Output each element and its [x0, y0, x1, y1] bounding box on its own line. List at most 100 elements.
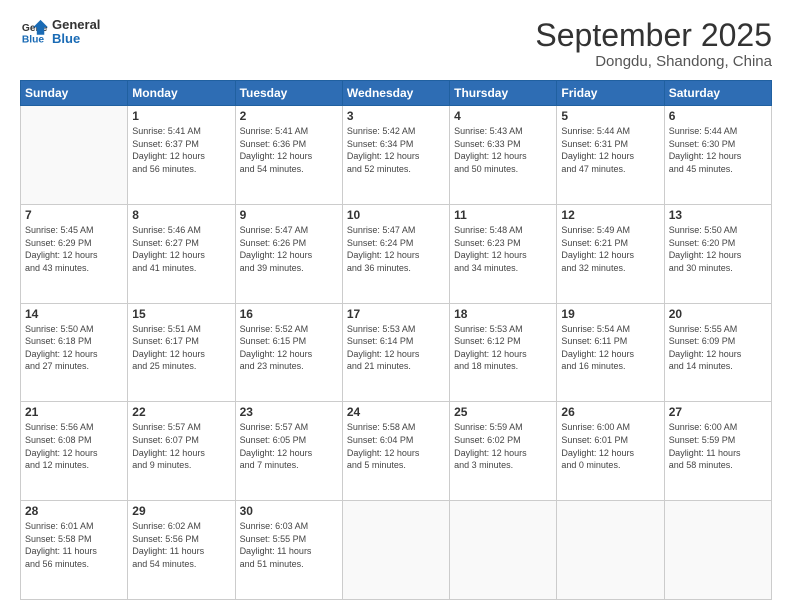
weekday-header: Monday — [128, 81, 235, 106]
weekday-header: Saturday — [664, 81, 771, 106]
day-number: 6 — [669, 109, 767, 123]
day-number: 28 — [25, 504, 123, 518]
logo-line1: General — [52, 18, 100, 32]
calendar-cell: 3 Sunrise: 5:42 AM Sunset: 6:34 PM Daylig… — [342, 106, 449, 205]
page: General Blue General Blue September 2025… — [0, 0, 792, 612]
day-number: 10 — [347, 208, 445, 222]
day-info: Sunrise: 5:46 AM Sunset: 6:27 PM Dayligh… — [132, 224, 230, 274]
calendar-week-row: 21 Sunrise: 5:56 AM Sunset: 6:08 PM Dayli… — [21, 402, 772, 501]
day-info: Sunrise: 5:51 AM Sunset: 6:17 PM Dayligh… — [132, 323, 230, 373]
location: Dongdu, Shandong, China — [535, 53, 772, 70]
month-title: September 2025 — [535, 18, 772, 53]
weekday-header: Sunday — [21, 81, 128, 106]
calendar-cell: 26 Sunrise: 6:00 AM Sunset: 6:01 PM Dayli… — [557, 402, 664, 501]
calendar-week-row: 1 Sunrise: 5:41 AM Sunset: 6:37 PM Daylig… — [21, 106, 772, 205]
weekday-header: Tuesday — [235, 81, 342, 106]
day-info: Sunrise: 6:00 AM Sunset: 6:01 PM Dayligh… — [561, 421, 659, 471]
calendar-cell: 25 Sunrise: 5:59 AM Sunset: 6:02 PM Dayli… — [450, 402, 557, 501]
calendar-cell: 8 Sunrise: 5:46 AM Sunset: 6:27 PM Daylig… — [128, 204, 235, 303]
weekday-header: Friday — [557, 81, 664, 106]
day-info: Sunrise: 5:50 AM Sunset: 6:18 PM Dayligh… — [25, 323, 123, 373]
weekday-header: Thursday — [450, 81, 557, 106]
calendar-cell: 6 Sunrise: 5:44 AM Sunset: 6:30 PM Daylig… — [664, 106, 771, 205]
calendar-cell: 18 Sunrise: 5:53 AM Sunset: 6:12 PM Dayli… — [450, 303, 557, 402]
day-number: 25 — [454, 405, 552, 419]
day-info: Sunrise: 5:52 AM Sunset: 6:15 PM Dayligh… — [240, 323, 338, 373]
day-info: Sunrise: 5:41 AM Sunset: 6:36 PM Dayligh… — [240, 125, 338, 175]
calendar-cell: 24 Sunrise: 5:58 AM Sunset: 6:04 PM Dayli… — [342, 402, 449, 501]
calendar-cell: 13 Sunrise: 5:50 AM Sunset: 6:20 PM Dayli… — [664, 204, 771, 303]
day-number: 16 — [240, 307, 338, 321]
calendar-cell: 21 Sunrise: 5:56 AM Sunset: 6:08 PM Dayli… — [21, 402, 128, 501]
calendar-cell: 19 Sunrise: 5:54 AM Sunset: 6:11 PM Dayli… — [557, 303, 664, 402]
calendar-cell — [664, 501, 771, 600]
calendar-table: SundayMondayTuesdayWednesdayThursdayFrid… — [20, 80, 772, 600]
day-number: 17 — [347, 307, 445, 321]
day-number: 21 — [25, 405, 123, 419]
calendar-cell: 22Sunrise: 5:57 AM Sunset: 6:07 PM Dayli… — [128, 402, 235, 501]
day-info: Sunrise: 5:58 AM Sunset: 6:04 PM Dayligh… — [347, 421, 445, 471]
day-number: 5 — [561, 109, 659, 123]
calendar-week-row: 14 Sunrise: 5:50 AM Sunset: 6:18 PM Dayli… — [21, 303, 772, 402]
day-number: 7 — [25, 208, 123, 222]
calendar-cell: 12Sunrise: 5:49 AM Sunset: 6:21 PM Dayli… — [557, 204, 664, 303]
calendar-cell: 9 Sunrise: 5:47 AM Sunset: 6:26 PM Daylig… — [235, 204, 342, 303]
day-info: Sunrise: 5:41 AM Sunset: 6:37 PM Dayligh… — [132, 125, 230, 175]
day-number: 20 — [669, 307, 767, 321]
day-info: Sunrise: 6:02 AM Sunset: 5:56 PM Dayligh… — [132, 520, 230, 570]
day-number: 8 — [132, 208, 230, 222]
calendar-cell: 11 Sunrise: 5:48 AM Sunset: 6:23 PM Dayli… — [450, 204, 557, 303]
day-info: Sunrise: 5:57 AM Sunset: 6:05 PM Dayligh… — [240, 421, 338, 471]
day-number: 12 — [561, 208, 659, 222]
calendar-cell: 23 Sunrise: 5:57 AM Sunset: 6:05 PM Dayli… — [235, 402, 342, 501]
day-info: Sunrise: 5:47 AM Sunset: 6:24 PM Dayligh… — [347, 224, 445, 274]
day-info: Sunrise: 6:01 AM Sunset: 5:58 PM Dayligh… — [25, 520, 123, 570]
logo-icon: General Blue — [20, 18, 48, 46]
calendar-cell: 4 Sunrise: 5:43 AM Sunset: 6:33 PM Daylig… — [450, 106, 557, 205]
day-number: 15 — [132, 307, 230, 321]
day-info: Sunrise: 5:47 AM Sunset: 6:26 PM Dayligh… — [240, 224, 338, 274]
day-info: Sunrise: 5:59 AM Sunset: 6:02 PM Dayligh… — [454, 421, 552, 471]
day-info: Sunrise: 5:48 AM Sunset: 6:23 PM Dayligh… — [454, 224, 552, 274]
day-number: 1 — [132, 109, 230, 123]
day-info: Sunrise: 5:44 AM Sunset: 6:31 PM Dayligh… — [561, 125, 659, 175]
calendar-cell: 28 Sunrise: 6:01 AM Sunset: 5:58 PM Dayli… — [21, 501, 128, 600]
weekday-header: Wednesday — [342, 81, 449, 106]
calendar-cell: 30Sunrise: 6:03 AM Sunset: 5:55 PM Dayli… — [235, 501, 342, 600]
logo-line2: Blue — [52, 32, 100, 46]
calendar-cell: 15 Sunrise: 5:51 AM Sunset: 6:17 PM Dayli… — [128, 303, 235, 402]
calendar-cell: 16 Sunrise: 5:52 AM Sunset: 6:15 PM Dayli… — [235, 303, 342, 402]
day-number: 24 — [347, 405, 445, 419]
day-info: Sunrise: 5:43 AM Sunset: 6:33 PM Dayligh… — [454, 125, 552, 175]
calendar-cell: 5 Sunrise: 5:44 AM Sunset: 6:31 PM Daylig… — [557, 106, 664, 205]
day-number: 3 — [347, 109, 445, 123]
day-number: 11 — [454, 208, 552, 222]
day-number: 23 — [240, 405, 338, 419]
day-number: 26 — [561, 405, 659, 419]
calendar-cell — [342, 501, 449, 600]
day-number: 19 — [561, 307, 659, 321]
calendar-cell: 29Sunrise: 6:02 AM Sunset: 5:56 PM Dayli… — [128, 501, 235, 600]
header: General Blue General Blue September 2025… — [20, 18, 772, 70]
calendar-body: 1 Sunrise: 5:41 AM Sunset: 6:37 PM Daylig… — [21, 106, 772, 600]
day-info: Sunrise: 5:56 AM Sunset: 6:08 PM Dayligh… — [25, 421, 123, 471]
calendar-cell: 2Sunrise: 5:41 AM Sunset: 6:36 PM Daylig… — [235, 106, 342, 205]
calendar-cell — [21, 106, 128, 205]
day-info: Sunrise: 5:50 AM Sunset: 6:20 PM Dayligh… — [669, 224, 767, 274]
day-number: 13 — [669, 208, 767, 222]
day-info: Sunrise: 5:42 AM Sunset: 6:34 PM Dayligh… — [347, 125, 445, 175]
calendar-cell: 14 Sunrise: 5:50 AM Sunset: 6:18 PM Dayli… — [21, 303, 128, 402]
calendar-cell: 27Sunrise: 6:00 AM Sunset: 5:59 PM Dayli… — [664, 402, 771, 501]
calendar-header-row: SundayMondayTuesdayWednesdayThursdayFrid… — [21, 81, 772, 106]
day-number: 4 — [454, 109, 552, 123]
day-info: Sunrise: 5:44 AM Sunset: 6:30 PM Dayligh… — [669, 125, 767, 175]
day-number: 9 — [240, 208, 338, 222]
day-info: Sunrise: 5:54 AM Sunset: 6:11 PM Dayligh… — [561, 323, 659, 373]
day-number: 14 — [25, 307, 123, 321]
day-info: Sunrise: 5:45 AM Sunset: 6:29 PM Dayligh… — [25, 224, 123, 274]
logo: General Blue General Blue — [20, 18, 100, 47]
calendar-cell: 17Sunrise: 5:53 AM Sunset: 6:14 PM Dayli… — [342, 303, 449, 402]
day-info: Sunrise: 5:53 AM Sunset: 6:12 PM Dayligh… — [454, 323, 552, 373]
day-number: 18 — [454, 307, 552, 321]
day-number: 27 — [669, 405, 767, 419]
